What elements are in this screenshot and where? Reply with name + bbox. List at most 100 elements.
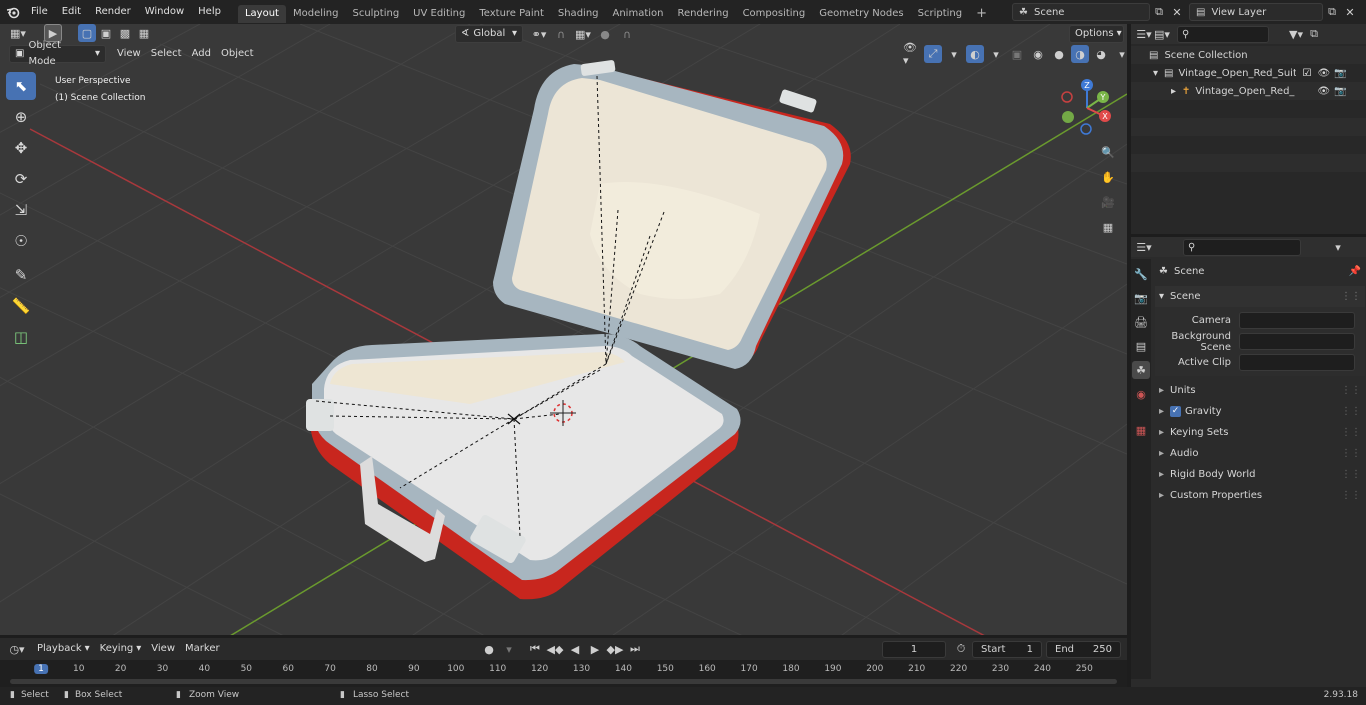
scene-panel-header[interactable]: ▾ Scene ⋮⋮ — [1155, 286, 1365, 307]
timeline-menu-keying[interactable]: Keying ▾ — [95, 640, 147, 658]
new-collection-icon[interactable]: ⧉ — [1305, 25, 1323, 43]
play-icon[interactable]: ▶ — [586, 640, 604, 658]
pin-icon[interactable]: 📌 — [1349, 266, 1361, 277]
drag-handle-icon[interactable]: ⋮⋮ — [1341, 385, 1361, 396]
outliner-editor-type-icon[interactable]: ☰▾ — [1135, 25, 1153, 43]
select-box-tool-icon[interactable]: ⬉ — [6, 72, 36, 100]
menu-edit[interactable]: Edit — [55, 0, 88, 24]
gizmo-toggle-icon[interactable]: ⤢ — [924, 45, 942, 63]
panel-section[interactable]: ▸ ✓ Gravity ⋮⋮ — [1155, 401, 1365, 422]
menu-window[interactable]: Window — [138, 0, 191, 24]
properties-options-icon[interactable]: ▾ — [1329, 238, 1347, 256]
properties-editor-type-icon[interactable]: ☰▾ — [1135, 238, 1153, 256]
shading-rendered-icon[interactable]: ◕ — [1092, 45, 1110, 63]
next-keyframe-icon[interactable]: ◆▶ — [606, 640, 624, 658]
viewport-menu-view[interactable]: View — [112, 45, 146, 63]
blender-logo-icon[interactable] — [4, 3, 22, 21]
tab-scripting[interactable]: Scripting — [911, 5, 969, 23]
jump-start-icon[interactable]: ⏮ — [526, 640, 544, 658]
perspective-toggle-icon[interactable]: ▦ — [1099, 218, 1117, 236]
timeline-menu-playback[interactable]: Playback ▾ — [32, 640, 95, 658]
panel-section[interactable]: ▸ Keying Sets ⋮⋮ — [1155, 422, 1365, 443]
panel-section[interactable]: ▸ Custom Properties ⋮⋮ — [1155, 485, 1365, 506]
overlays-menu-icon[interactable]: ▾ — [987, 45, 1005, 63]
move-tool-icon[interactable]: ✥ — [6, 134, 36, 162]
camera-view-icon[interactable]: 🎥 — [1099, 193, 1117, 211]
object-label[interactable]: Vintage_Open_Red_Suitc — [1195, 86, 1295, 97]
viewport-menu-add[interactable]: Add — [187, 45, 216, 63]
scene-collection-label[interactable]: Scene Collection — [1164, 50, 1247, 61]
display-mode-icon[interactable]: ▤▾ — [1153, 25, 1171, 43]
navigation-gizmo[interactable]: Z Y X — [1055, 76, 1120, 141]
record-icon[interactable]: ● — [480, 640, 498, 658]
panel-section[interactable]: ▸ Units ⋮⋮ — [1155, 380, 1365, 401]
drag-handle-icon[interactable]: ⋮⋮ — [1341, 448, 1361, 459]
render-camera-icon[interactable]: 📷 — [1334, 68, 1346, 79]
prev-keyframe-icon[interactable]: ◀◆ — [546, 640, 564, 658]
overlays-toggle-icon[interactable]: ◐ — [966, 45, 984, 63]
panel-section[interactable]: ▸ Rigid Body World ⋮⋮ — [1155, 464, 1365, 485]
tab-modeling[interactable]: Modeling — [286, 5, 346, 23]
proportional-edit-icon[interactable]: ● — [596, 25, 614, 43]
annotate-tool-icon[interactable]: ✎ — [6, 261, 36, 289]
drag-handle-icon[interactable]: ⋮⋮ — [1341, 427, 1361, 438]
visibility-eye-icon[interactable]: 👁 — [1317, 68, 1330, 79]
pivot-point-icon[interactable]: ⚭▾ — [530, 25, 548, 43]
add-workspace-button[interactable]: + — [969, 5, 994, 23]
render-camera-icon[interactable]: 📷 — [1334, 86, 1346, 97]
checkbox-icon[interactable]: ✓ — [1170, 406, 1182, 417]
play-reverse-icon[interactable]: ◀ — [566, 640, 584, 658]
scale-tool-icon[interactable]: ⇲ — [6, 196, 36, 224]
shading-wireframe-icon[interactable]: ◉ — [1029, 45, 1047, 63]
3d-viewport[interactable]: ▦▾ ▶ ▢ ▣ ▩ ▦ ▣ Object Mode ▾ View Select A… — [0, 24, 1127, 635]
tool-tab-icon[interactable]: 🔧 — [1132, 265, 1150, 283]
add-cube-tool-icon[interactable]: ◫ — [6, 323, 36, 351]
timeline-menu-marker[interactable]: Marker — [180, 640, 225, 658]
object-mode-dropdown[interactable]: ▣ Object Mode ▾ — [9, 40, 106, 67]
filter-icon[interactable]: ▼▾ — [1287, 25, 1305, 43]
start-frame-field[interactable]: Start 1 — [972, 641, 1042, 658]
property-field[interactable] — [1239, 354, 1355, 371]
visibility-eye-icon[interactable]: 👁 — [1317, 86, 1330, 97]
drag-handle-icon[interactable]: ⋮⋮ — [1341, 406, 1361, 417]
timeline-menu-view[interactable]: View — [146, 640, 180, 658]
record-options-icon[interactable]: ▾ — [500, 640, 518, 658]
gizmo-menu-icon[interactable]: ▾ — [945, 45, 963, 63]
snap-icon[interactable]: ∩ — [552, 25, 570, 43]
menu-help[interactable]: Help — [191, 0, 228, 24]
transform-orientation-dropdown[interactable]: ∢ Global ▾ — [455, 25, 523, 43]
tab-texture-paint[interactable]: Texture Paint — [472, 5, 551, 23]
panel-section[interactable]: ▸ Audio ⋮⋮ — [1155, 443, 1365, 464]
exclude-checkbox-icon[interactable]: ☑ — [1302, 68, 1311, 79]
outliner-search-input[interactable]: ⚲ — [1177, 25, 1269, 43]
tab-geometry-nodes[interactable]: Geometry Nodes — [812, 5, 910, 23]
timeline-editor-type-icon[interactable]: ◷▾ — [8, 640, 26, 658]
property-field[interactable] — [1239, 312, 1355, 329]
delete-view-layer-icon[interactable]: ✕ — [1341, 3, 1359, 21]
render-tab-icon[interactable]: 📷 — [1132, 289, 1150, 307]
tab-rendering[interactable]: Rendering — [670, 5, 735, 23]
shading-solid-icon[interactable]: ● — [1050, 45, 1068, 63]
visibility-filter-icon[interactable]: 👁▾ — [903, 41, 921, 67]
scene-selector[interactable]: ☘ Scene — [1012, 3, 1150, 21]
output-tab-icon[interactable]: 🖨 — [1132, 313, 1150, 331]
rotate-tool-icon[interactable]: ⟳ — [6, 165, 36, 193]
shading-menu-icon[interactable]: ▾ — [1113, 45, 1127, 63]
expand-arrow-icon[interactable]: ▾ — [1153, 68, 1158, 79]
drag-handle-icon[interactable]: ⋮⋮ — [1341, 291, 1361, 302]
pan-hand-icon[interactable]: ✋ — [1099, 168, 1117, 186]
new-scene-icon[interactable]: ⧉ — [1150, 3, 1168, 21]
properties-search-input[interactable]: ⚲ — [1183, 238, 1301, 256]
zoom-icon[interactable]: 🔍 — [1099, 143, 1117, 161]
menu-render[interactable]: Render — [88, 0, 138, 24]
tab-layout[interactable]: Layout — [237, 4, 286, 23]
scene-tab-icon[interactable]: ☘ — [1132, 361, 1150, 379]
shading-material-icon[interactable]: ◑ — [1071, 45, 1089, 63]
xray-toggle-icon[interactable]: ▣ — [1008, 45, 1026, 63]
view-layer-tab-icon[interactable]: ▤ — [1132, 337, 1150, 355]
measure-tool-icon[interactable]: 📏 — [6, 292, 36, 320]
options-dropdown[interactable]: Options ▾ — [1069, 25, 1124, 43]
tab-uv-editing[interactable]: UV Editing — [406, 5, 472, 23]
expand-arrow-icon[interactable]: ▸ — [1171, 86, 1176, 97]
jump-end-icon[interactable]: ⏭ — [626, 640, 644, 658]
